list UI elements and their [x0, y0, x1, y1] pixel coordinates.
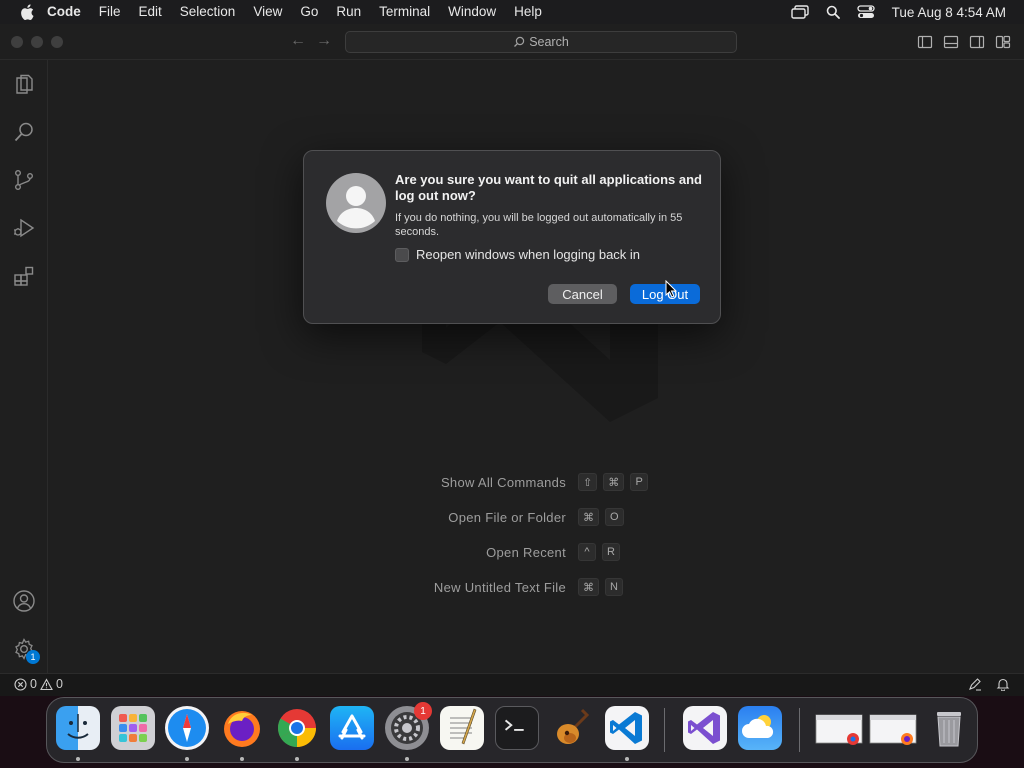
title-bar: ← → Search	[0, 24, 1024, 60]
safari-app-icon[interactable]	[165, 706, 209, 750]
command-row-new-file[interactable]: New Untitled Text File ⌘ N	[48, 578, 1024, 598]
dock: 1	[46, 697, 978, 763]
minimize-window-button[interactable]	[31, 36, 43, 48]
search-icon	[514, 36, 525, 47]
error-count: 0	[30, 677, 37, 691]
cancel-button[interactable]: Cancel	[548, 284, 617, 304]
run-debug-icon[interactable]	[11, 215, 37, 241]
accounts-icon[interactable]	[11, 588, 37, 614]
minimized-chrome-window-icon[interactable]	[815, 706, 863, 750]
live-share-feedback-icon[interactable]	[968, 677, 982, 691]
vscode-window: ← → Search 1 Show All Commands ⇧ ⌘ P Ope…	[0, 24, 1024, 696]
menu-help[interactable]: Help	[505, 0, 551, 24]
textedit-app-icon[interactable]	[440, 706, 484, 750]
extensions-icon[interactable]	[11, 263, 37, 289]
command-label: Open Recent	[486, 545, 566, 560]
shortcut-key: N	[605, 578, 623, 596]
explorer-icon[interactable]	[11, 71, 37, 97]
search-view-icon[interactable]	[11, 119, 37, 145]
launchpad-app-icon[interactable]	[111, 706, 155, 750]
menu-view[interactable]: View	[244, 0, 291, 24]
command-label: Open File or Folder	[448, 510, 566, 525]
command-center-search[interactable]: Search	[345, 31, 737, 53]
shortcut-key: ⌘	[578, 508, 599, 526]
command-row-open-recent[interactable]: Open Recent ^ R	[48, 543, 1024, 563]
app-store-app-icon[interactable]	[330, 706, 374, 750]
vscode-app-icon[interactable]	[605, 706, 649, 750]
logout-confirmation-dialog: Are you sure you want to quit all applic…	[303, 150, 721, 324]
garageband-app-icon[interactable]	[550, 706, 594, 750]
command-label: New Untitled Text File	[433, 580, 566, 595]
status-bar: 0 0	[0, 673, 1024, 696]
mouse-cursor-icon	[665, 280, 677, 298]
search-label: Search	[529, 35, 569, 49]
menu-run[interactable]: Run	[327, 0, 370, 24]
menu-file[interactable]: File	[90, 0, 130, 24]
zoom-window-button[interactable]	[51, 36, 63, 48]
trash-icon[interactable]	[927, 706, 971, 750]
toggle-panel-icon[interactable]	[943, 34, 959, 50]
source-control-icon[interactable]	[11, 167, 37, 193]
customize-layout-icon[interactable]	[995, 34, 1011, 50]
warning-count: 0	[55, 677, 63, 691]
dialog-message: If you do nothing, you will be logged ou…	[395, 212, 683, 238]
screen-mirroring-icon[interactable]	[789, 0, 811, 24]
warning-icon	[40, 677, 53, 690]
menu-selection[interactable]: Selection	[171, 0, 245, 24]
reopen-windows-option[interactable]: Reopen windows when logging back in	[395, 247, 640, 262]
go-back-icon[interactable]: ←	[290, 32, 306, 50]
user-avatar-icon	[326, 173, 386, 233]
finder-app-icon[interactable]	[56, 706, 100, 750]
command-row-show-all[interactable]: Show All Commands ⇧ ⌘ P	[48, 473, 1024, 493]
visual-studio-app-icon[interactable]	[683, 706, 727, 750]
reopen-windows-checkbox[interactable]	[395, 247, 409, 262]
system-settings-badge: 1	[414, 702, 432, 720]
shortcut-key: O	[605, 508, 624, 526]
shortcut-key: ^	[578, 543, 596, 561]
minimized-firefox-window-icon[interactable]	[869, 706, 917, 750]
activity-bar: 1	[0, 60, 48, 673]
toggle-secondary-sidebar-icon[interactable]	[969, 34, 985, 50]
shortcut-key: R	[602, 543, 620, 561]
chrome-app-icon[interactable]	[275, 706, 319, 750]
go-forward-icon[interactable]: →	[316, 32, 332, 50]
menubar-clock[interactable]: Tue Aug 8 4:54 AM	[892, 5, 1006, 20]
menu-app-name[interactable]: Code	[38, 0, 90, 24]
menu-go[interactable]: Go	[291, 0, 327, 24]
close-window-button[interactable]	[11, 36, 23, 48]
shortcut-key: ⌘	[578, 578, 599, 596]
problems-indicator[interactable]: 0 0	[14, 677, 63, 691]
command-label: Show All Commands	[440, 475, 566, 490]
menu-window[interactable]: Window	[439, 0, 505, 24]
shortcut-key: P	[630, 473, 649, 491]
settings-update-badge: 1	[26, 650, 40, 664]
command-row-open-file[interactable]: Open File or Folder ⌘ O	[48, 508, 1024, 528]
shortcut-key: ⇧	[578, 473, 598, 491]
notifications-bell-icon[interactable]	[996, 677, 1010, 691]
menu-bar: Code File Edit Selection View Go Run Ter…	[0, 0, 1024, 24]
error-icon	[14, 677, 27, 691]
reopen-windows-label: Reopen windows when logging back in	[416, 247, 641, 262]
apple-menu-icon[interactable]	[16, 0, 38, 24]
dialog-title: Are you sure you want to quit all applic…	[395, 172, 702, 203]
weather-app-icon[interactable]	[738, 706, 782, 750]
control-center-icon[interactable]	[855, 0, 877, 24]
menu-edit[interactable]: Edit	[130, 0, 171, 24]
firefox-app-icon[interactable]	[220, 706, 264, 750]
toggle-primary-sidebar-icon[interactable]	[917, 34, 933, 50]
terminal-app-icon[interactable]	[495, 706, 539, 750]
spotlight-icon[interactable]	[822, 0, 844, 24]
shortcut-key: ⌘	[603, 473, 625, 491]
menu-terminal[interactable]: Terminal	[370, 0, 439, 24]
